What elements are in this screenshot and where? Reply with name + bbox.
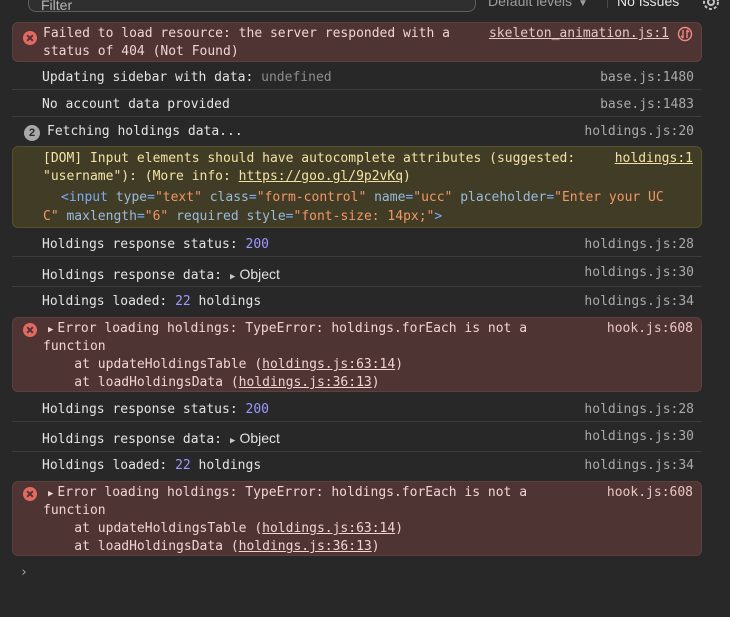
console-error-message: ▶ Error loading holdings: TypeError: hold… — [12, 481, 702, 556]
filter-input[interactable]: Filter — [28, 0, 476, 13]
console-log-message: Holdings loaded: 22 holdings holdings.js… — [12, 288, 702, 316]
source-link[interactable]: holdings.js:30 — [584, 428, 694, 446]
log-number-value: 22 — [175, 458, 191, 473]
console-log-message: Holdings response status: 200 holdings.j… — [12, 395, 702, 422]
source-link[interactable]: hook.js:608 — [607, 484, 693, 502]
console-prompt-input[interactable]: › — [20, 565, 28, 580]
error-text: ▶ Error loading holdings: TypeError: hold… — [48, 485, 528, 500]
expand-triangle-icon[interactable]: ▶ — [230, 436, 235, 446]
console-log-message: No account data provided base.js:1483 — [12, 90, 702, 117]
source-link[interactable]: holdings.js:30 — [584, 264, 694, 282]
log-text: Holdings response data: ▶ Object — [42, 266, 280, 283]
error-circle-icon — [23, 323, 37, 337]
network-request-icon[interactable] — [677, 26, 693, 42]
stack-frame-link[interactable]: holdings.js:36:13 — [239, 375, 372, 390]
console-error-message: Failed to load resource: the server resp… — [12, 22, 702, 62]
source-link[interactable]: holdings.js:28 — [584, 236, 694, 254]
expand-triangle-icon[interactable]: ▶ — [48, 325, 53, 335]
log-text: Holdings response status: 200 — [42, 237, 269, 252]
gear-icon[interactable] — [701, 0, 721, 12]
console-log-message: Holdings response status: 200 holdings.j… — [12, 230, 702, 257]
expand-triangle-icon[interactable]: ▶ — [230, 272, 235, 282]
console-error-message: ▶ Error loading holdings: TypeError: hold… — [12, 317, 702, 392]
object-preview[interactable]: Object — [239, 430, 279, 446]
stack-frame-link[interactable]: holdings.js:36:13 — [239, 539, 372, 554]
source-link[interactable]: base.js:1480 — [600, 69, 694, 87]
log-text: Updating sidebar with data: undefined — [42, 70, 332, 85]
console-warning-message: [DOM] Input elements should have autocom… — [12, 146, 702, 228]
error-text: ▶ Error loading holdings: TypeError: hold… — [48, 321, 528, 336]
source-link[interactable]: hook.js:608 — [607, 320, 693, 338]
source-link[interactable]: holdings.js:34 — [584, 457, 694, 475]
console-log-message-grouped: 2 Fetching holdings data... holdings.js:… — [12, 117, 702, 145]
console-log-message: Holdings response data: ▶ Object holdings.… — [12, 422, 702, 452]
error-text: Failed to load resource: the server resp… — [43, 26, 450, 59]
log-number-value: 22 — [175, 294, 191, 309]
warning-text: [DOM] Input elements should have autocom… — [43, 151, 576, 184]
error-text-continued: function at updateHoldingsTable (holding… — [43, 339, 404, 390]
object-preview[interactable]: Object — [239, 266, 279, 282]
error-circle-icon — [23, 31, 37, 45]
console-log-message: Updating sidebar with data: undefined ba… — [12, 63, 702, 90]
log-text: Holdings loaded: 22 holdings — [42, 294, 262, 309]
stack-frame-link[interactable]: holdings.js:63:14 — [262, 357, 395, 372]
filter-placeholder: Filter — [41, 0, 73, 13]
toolbar-divider — [607, 0, 608, 8]
error-circle-icon — [23, 487, 37, 501]
log-text: Holdings loaded: 22 holdings — [42, 458, 262, 473]
source-link[interactable]: holdings:1 — [615, 150, 693, 168]
console-log-message: Holdings loaded: 22 holdings holdings.js… — [12, 453, 702, 481]
log-number-value: 200 — [245, 402, 269, 417]
source-link[interactable]: holdings.js:34 — [584, 293, 694, 311]
source-link[interactable]: holdings.js:20 — [584, 123, 694, 141]
dom-snippet[interactable]: <input type="text" class="form-control" … — [43, 188, 664, 226]
source-link[interactable]: skeleton_animation.js:1 — [489, 25, 669, 43]
log-text: No account data provided — [42, 97, 230, 112]
error-text-continued: function at updateHoldingsTable (holding… — [43, 503, 404, 554]
log-text: Holdings response status: 200 — [42, 402, 269, 417]
prompt-chevron-icon: › — [20, 565, 28, 580]
log-text: Holdings response data: ▶ Object — [42, 430, 280, 447]
source-link[interactable]: holdings.js:28 — [584, 401, 694, 419]
log-number-value: 200 — [245, 237, 269, 252]
issues-button[interactable]: No Issues — [617, 0, 679, 9]
repeat-count-badge: 2 — [24, 125, 40, 141]
stack-frame-link[interactable]: holdings.js:63:14 — [262, 521, 395, 536]
chevron-down-icon: ▼ — [578, 0, 588, 9]
console-log-message: Holdings response data: ▶ Object holdings.… — [12, 257, 702, 287]
log-text: Fetching holdings data... — [47, 124, 243, 139]
source-link[interactable]: base.js:1483 — [600, 96, 694, 114]
issues-label: No Issues — [617, 0, 680, 9]
log-levels-dropdown[interactable]: Default levels ▼ — [488, 0, 588, 9]
more-info-link[interactable]: https://goo.gl/9p2vKq — [239, 169, 403, 184]
console-toolbar: Filter Default levels ▼ No Issues — [0, 0, 730, 14]
log-levels-label: Default levels — [488, 0, 573, 9]
log-value-undefined: undefined — [261, 70, 332, 85]
expand-triangle-icon[interactable]: ▶ — [48, 489, 53, 499]
